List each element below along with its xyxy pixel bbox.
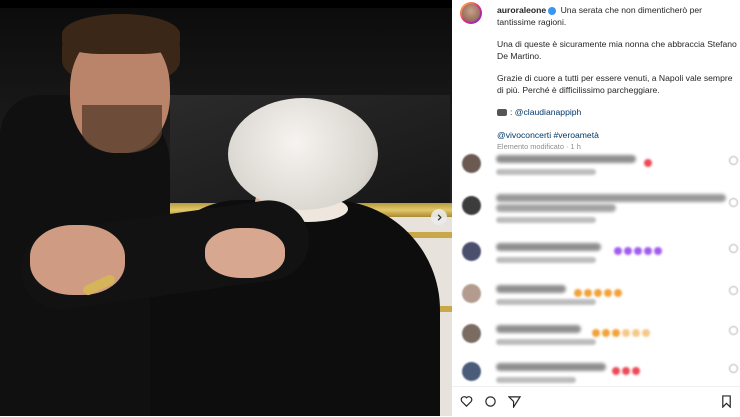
comment-text [496, 325, 581, 333]
user-avatar[interactable] [460, 2, 482, 24]
share-send-icon[interactable] [508, 395, 521, 408]
caption-line-2: Una di queste è sicuramente mia nonna ch… [497, 39, 737, 61]
comment-meta [496, 339, 596, 345]
comment-text [496, 243, 601, 251]
woman-hair [228, 98, 378, 210]
chevron-right-icon [437, 213, 442, 221]
like-comment-icon[interactable] [729, 286, 738, 295]
comment-meta [496, 217, 596, 223]
comment-meta [496, 377, 576, 383]
comment-avatar[interactable] [462, 362, 481, 381]
verified-badge-icon [548, 6, 557, 15]
comment-item [460, 276, 738, 312]
comment-avatar[interactable] [462, 154, 481, 173]
like-comment-icon[interactable] [729, 198, 738, 207]
purple-heart-emoji-icon [614, 247, 622, 255]
orange-heart-emoji-icon [614, 289, 622, 297]
purple-heart-emoji-icon [654, 247, 662, 255]
comment-text [496, 363, 606, 371]
heart-emoji-icon [644, 159, 652, 167]
comment-text [496, 204, 616, 212]
orange-heart-emoji-icon [592, 329, 600, 337]
orange-heart-emoji-icon [594, 289, 602, 297]
purple-heart-emoji-icon [644, 247, 652, 255]
like-heart-icon[interactable] [460, 395, 473, 408]
orange-heart-emoji-icon [632, 329, 640, 337]
purple-heart-emoji-icon [624, 247, 632, 255]
comment-item [460, 234, 738, 270]
heart-emoji-icon [632, 367, 640, 375]
orange-heart-emoji-icon [612, 329, 620, 337]
comment-item [460, 316, 738, 352]
comment-item [460, 354, 738, 390]
comment-text [496, 155, 636, 163]
comment-meta [496, 299, 596, 305]
comment-text [496, 285, 566, 293]
comment-avatar[interactable] [462, 242, 481, 261]
heart-emoji-icon [612, 367, 620, 375]
photo-credit-link[interactable]: @claudianappiph [515, 107, 582, 117]
man-hair-top [62, 14, 180, 54]
like-comment-icon[interactable] [729, 156, 738, 165]
comment-avatar[interactable] [462, 324, 481, 343]
post-photo [0, 0, 452, 416]
comment-meta [496, 257, 596, 263]
orange-heart-emoji-icon [584, 289, 592, 297]
like-comment-icon[interactable] [729, 364, 738, 373]
orange-heart-emoji-icon [574, 289, 582, 297]
man-hand-right [205, 228, 285, 278]
post-sidebar: auroraleone Una serata che non dimentich… [452, 0, 740, 416]
like-comment-icon[interactable] [729, 326, 738, 335]
camera-emoji-icon [497, 109, 507, 117]
orange-heart-emoji-icon [622, 329, 630, 337]
comment-avatar[interactable] [462, 196, 481, 215]
like-comment-icon[interactable] [729, 244, 738, 253]
orange-heart-emoji-icon [604, 289, 612, 297]
man-beard [82, 105, 162, 153]
comment-bubble-icon[interactable] [484, 395, 497, 408]
username[interactable]: auroraleone [497, 5, 546, 15]
tags-line[interactable]: @vivoconcerti #veroametà [497, 130, 737, 142]
bookmark-icon[interactable] [720, 395, 733, 408]
orange-heart-emoji-icon [602, 329, 610, 337]
comment-meta [496, 169, 596, 175]
comment-item [460, 146, 738, 182]
caption-line-3: Grazie di cuore a tutti per essere venut… [497, 73, 733, 95]
next-photo-button[interactable] [431, 209, 447, 225]
comment-text [496, 194, 726, 202]
photo-top-bar [0, 0, 452, 8]
comment-avatar[interactable] [462, 284, 481, 303]
comment-item [460, 188, 738, 224]
post-actions-bar [452, 386, 740, 417]
purple-heart-emoji-icon [634, 247, 642, 255]
orange-heart-emoji-icon [642, 329, 650, 337]
heart-emoji-icon [622, 367, 630, 375]
